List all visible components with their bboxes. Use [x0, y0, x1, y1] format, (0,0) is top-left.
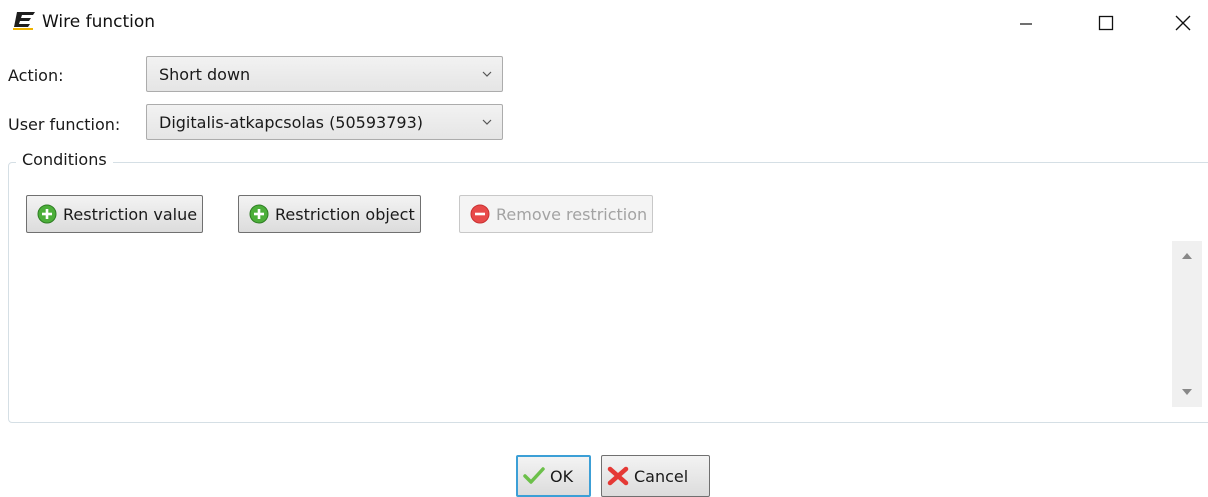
cancel-label: Cancel [634, 466, 689, 486]
ok-button[interactable]: OK [516, 455, 591, 497]
restriction-value-button[interactable]: Restriction value [26, 195, 204, 233]
maximize-icon [1098, 15, 1114, 31]
user-function-value: Digitalis-atkapcsolas (50593793) [159, 113, 423, 132]
plus-circle-icon [37, 204, 57, 224]
app-logo-icon [13, 12, 35, 30]
close-button[interactable] [1160, 0, 1206, 46]
scroll-up-arrow-icon[interactable] [1182, 253, 1192, 259]
conditions-title: Conditions [16, 150, 113, 169]
user-function-label: User function: [8, 115, 121, 134]
x-icon [607, 466, 629, 486]
restriction-object-button[interactable]: Restriction object [238, 195, 421, 233]
cancel-button[interactable]: Cancel [601, 455, 710, 497]
action-value: Short down [159, 65, 251, 84]
user-function-combobox[interactable]: Digitalis-atkapcsolas (50593793) [146, 104, 503, 140]
plus-circle-icon [249, 204, 269, 224]
remove-restriction-button[interactable]: Remove restriction [459, 195, 654, 233]
restriction-object-label: Restriction object [275, 204, 415, 224]
close-icon [1175, 15, 1191, 31]
title-bar: Wire function [0, 0, 1208, 48]
restriction-value-label: Restriction value [63, 204, 198, 224]
chevron-down-icon [482, 71, 492, 77]
maximize-button[interactable] [1083, 0, 1129, 46]
remove-restriction-label: Remove restriction [496, 204, 648, 224]
minimize-icon [1020, 23, 1032, 25]
conditions-scrollbar[interactable] [1172, 241, 1202, 407]
scroll-down-arrow-icon[interactable] [1182, 389, 1192, 395]
minimize-button[interactable] [1003, 0, 1049, 46]
ok-label: OK [550, 466, 574, 486]
minus-circle-icon [470, 204, 490, 224]
window-title: Wire function [42, 12, 156, 32]
checkmark-icon [523, 467, 545, 484]
action-combobox[interactable]: Short down [146, 56, 503, 92]
chevron-down-icon [482, 119, 492, 125]
action-label: Action: [8, 66, 64, 85]
